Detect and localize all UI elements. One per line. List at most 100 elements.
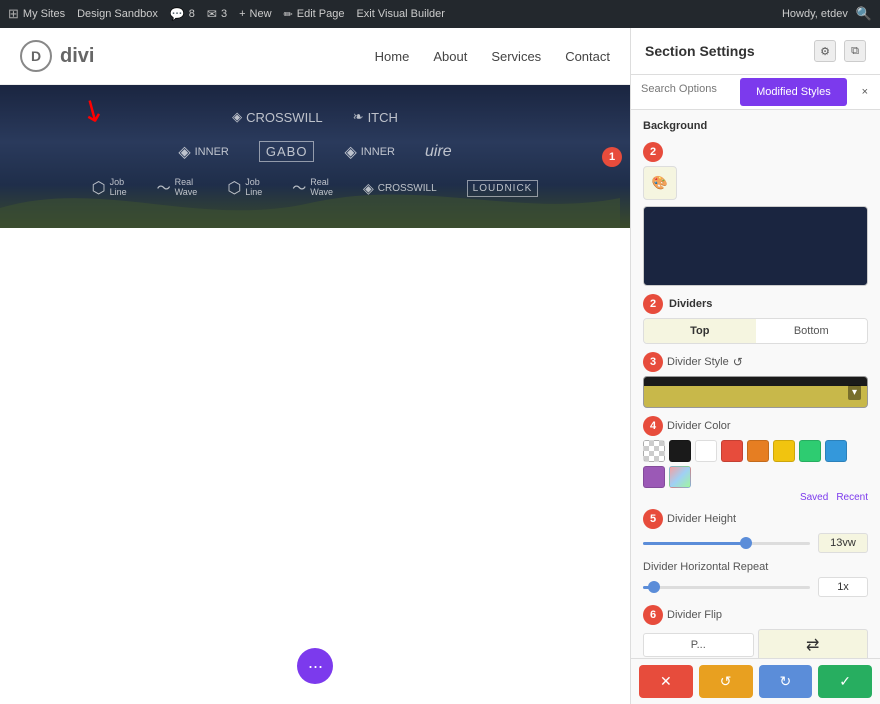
- dots-icon: ···: [308, 656, 323, 677]
- dividers-section: 2 Dividers Top Bottom 3 Divider Style ↺: [631, 294, 880, 658]
- divider-repeat-value[interactable]: [818, 577, 868, 597]
- bottom-bar: ✕ ↺ ↻ ✓: [631, 658, 880, 704]
- color-picker-icon: 🎨: [652, 175, 668, 191]
- divider-style-label: Divider Style: [667, 356, 729, 368]
- brand-inner-2: ◈ INNER: [344, 142, 395, 162]
- panel-header: Section Settings ⚙ ⧉: [631, 28, 880, 75]
- swatch-blue[interactable]: [825, 440, 847, 462]
- flip-btn-on[interactable]: ⇄: [758, 629, 869, 658]
- background-color-btn[interactable]: 🎨: [643, 166, 677, 200]
- site-nav: D divi Home About Services Contact: [0, 28, 630, 85]
- badge-5: 5: [643, 509, 663, 529]
- panel-expand-icon[interactable]: ⧉: [844, 40, 866, 62]
- tab-search-options[interactable]: Search Options: [631, 75, 737, 109]
- logo-circle: D: [20, 40, 52, 72]
- divider-repeat-thumb[interactable]: [648, 581, 660, 593]
- divider-height-fill: [643, 542, 743, 545]
- swatch-purple[interactable]: [643, 466, 665, 488]
- swatch-yellow[interactable]: [773, 440, 795, 462]
- pencil-icon: ✏: [284, 8, 293, 21]
- diamond-icon-3: ◈: [344, 142, 356, 162]
- save-button[interactable]: ✓: [818, 665, 872, 698]
- divider-height-label: Divider Height: [667, 513, 736, 525]
- tab-row: Search Options Modified Styles ×: [631, 75, 880, 110]
- main-area: D divi Home About Services Contact ↘ 1: [0, 28, 880, 704]
- admin-design-sandbox[interactable]: Design Sandbox: [77, 8, 158, 20]
- admin-my-sites[interactable]: ⊞ My Sites: [8, 6, 65, 22]
- wp-logo: ⊞: [8, 6, 19, 22]
- purple-fab-button[interactable]: ···: [297, 648, 333, 684]
- background-label: Background: [631, 110, 880, 136]
- badge-1: 1: [602, 147, 622, 167]
- brand-crosswill-1: ◈ CROSSWILL: [232, 109, 323, 125]
- admin-new[interactable]: + New: [239, 8, 271, 20]
- message-icon: ✉: [207, 7, 217, 21]
- recent-label[interactable]: Recent: [836, 492, 868, 503]
- badge-2b: 2: [643, 294, 663, 314]
- badge-6: 6: [643, 605, 663, 625]
- divider-height-value[interactable]: [818, 533, 868, 553]
- divider-style-reset[interactable]: ↺: [733, 355, 743, 369]
- dividers-label: Dividers: [669, 298, 712, 310]
- divider-repeat-slider-container: [643, 577, 868, 597]
- reset-button[interactable]: ↺: [699, 665, 753, 698]
- divider-tab-bottom[interactable]: Bottom: [756, 319, 868, 343]
- admin-comments[interactable]: 💬 8: [170, 7, 195, 21]
- settings-panel: Section Settings ⚙ ⧉ Search Options Modi…: [630, 28, 880, 704]
- bubble-icon: 💬: [170, 7, 185, 21]
- divider-style-wrapper: ▾: [643, 376, 868, 408]
- preview-area: D divi Home About Services Contact ↘ 1: [0, 28, 630, 704]
- swatch-red[interactable]: [721, 440, 743, 462]
- brands-row-2: ◈ INNER GABO ◈ INNER uire: [20, 141, 610, 162]
- cancel-button[interactable]: ✕: [639, 665, 693, 698]
- nav-services[interactable]: Services: [491, 49, 541, 64]
- floral-icon: ❧: [353, 109, 364, 125]
- content-below: ···: [0, 228, 630, 704]
- divider-flip-label: Divider Flip: [667, 609, 722, 621]
- swatch-pencil[interactable]: [669, 466, 691, 488]
- background-color-preview: [643, 206, 868, 286]
- tab-modified-styles[interactable]: Modified Styles: [740, 78, 846, 106]
- wave-svg: [0, 178, 620, 228]
- panel-settings-icon[interactable]: ⚙: [814, 40, 836, 62]
- site-nav-links: Home About Services Contact: [375, 49, 610, 64]
- swatch-green[interactable]: [799, 440, 821, 462]
- panel-content: Background 2 🎨 2: [631, 110, 880, 658]
- panel-title: Section Settings: [645, 43, 755, 59]
- divider-height-thumb[interactable]: [740, 537, 752, 549]
- divider-repeat-slider-row: [643, 577, 868, 597]
- nav-contact[interactable]: Contact: [565, 49, 610, 64]
- badge-2: 2: [643, 142, 663, 162]
- divider-tab-row: Top Bottom: [643, 318, 868, 344]
- nav-home[interactable]: Home: [375, 49, 410, 64]
- divider-tab-top[interactable]: Top: [644, 319, 756, 343]
- brands-row-1: ◈ CROSSWILL ❧ ITCH: [20, 109, 610, 125]
- history-button[interactable]: ↻: [759, 665, 813, 698]
- divider-style-display[interactable]: ▾: [643, 376, 868, 408]
- search-icon[interactable]: 🔍: [856, 6, 872, 22]
- tab-close[interactable]: ×: [850, 75, 880, 109]
- swatch-black[interactable]: [669, 440, 691, 462]
- divider-flip-row: P... ⇄: [643, 629, 868, 658]
- divider-height-track: [643, 542, 810, 545]
- color-swatches: [643, 440, 868, 488]
- saved-label[interactable]: Saved: [800, 492, 828, 503]
- plus-icon: +: [239, 8, 245, 20]
- swatch-transparent[interactable]: [643, 440, 665, 462]
- swatch-orange[interactable]: [747, 440, 769, 462]
- swatch-white[interactable]: [695, 440, 717, 462]
- divider-height-slider-container: [643, 533, 868, 553]
- gabo-border-icon: GABO: [259, 141, 315, 162]
- diamond-icon-2: ◈: [178, 142, 190, 162]
- brand-uire: uire: [425, 143, 452, 161]
- flip-btn-off[interactable]: P...: [643, 633, 754, 657]
- swatch-row-labels: Saved Recent: [643, 492, 868, 503]
- admin-edit-page[interactable]: ✏ Edit Page: [284, 8, 345, 21]
- nav-about[interactable]: About: [433, 49, 467, 64]
- admin-right: Howdy, etdev 🔍: [782, 6, 872, 22]
- admin-exit-builder[interactable]: Exit Visual Builder: [356, 8, 444, 20]
- divider-repeat-label: Divider Horizontal Repeat: [643, 561, 768, 573]
- flip-arrows-icon: ⇄: [806, 635, 819, 655]
- admin-messages[interactable]: ✉ 3: [207, 7, 227, 21]
- badge-3: 3: [643, 352, 663, 372]
